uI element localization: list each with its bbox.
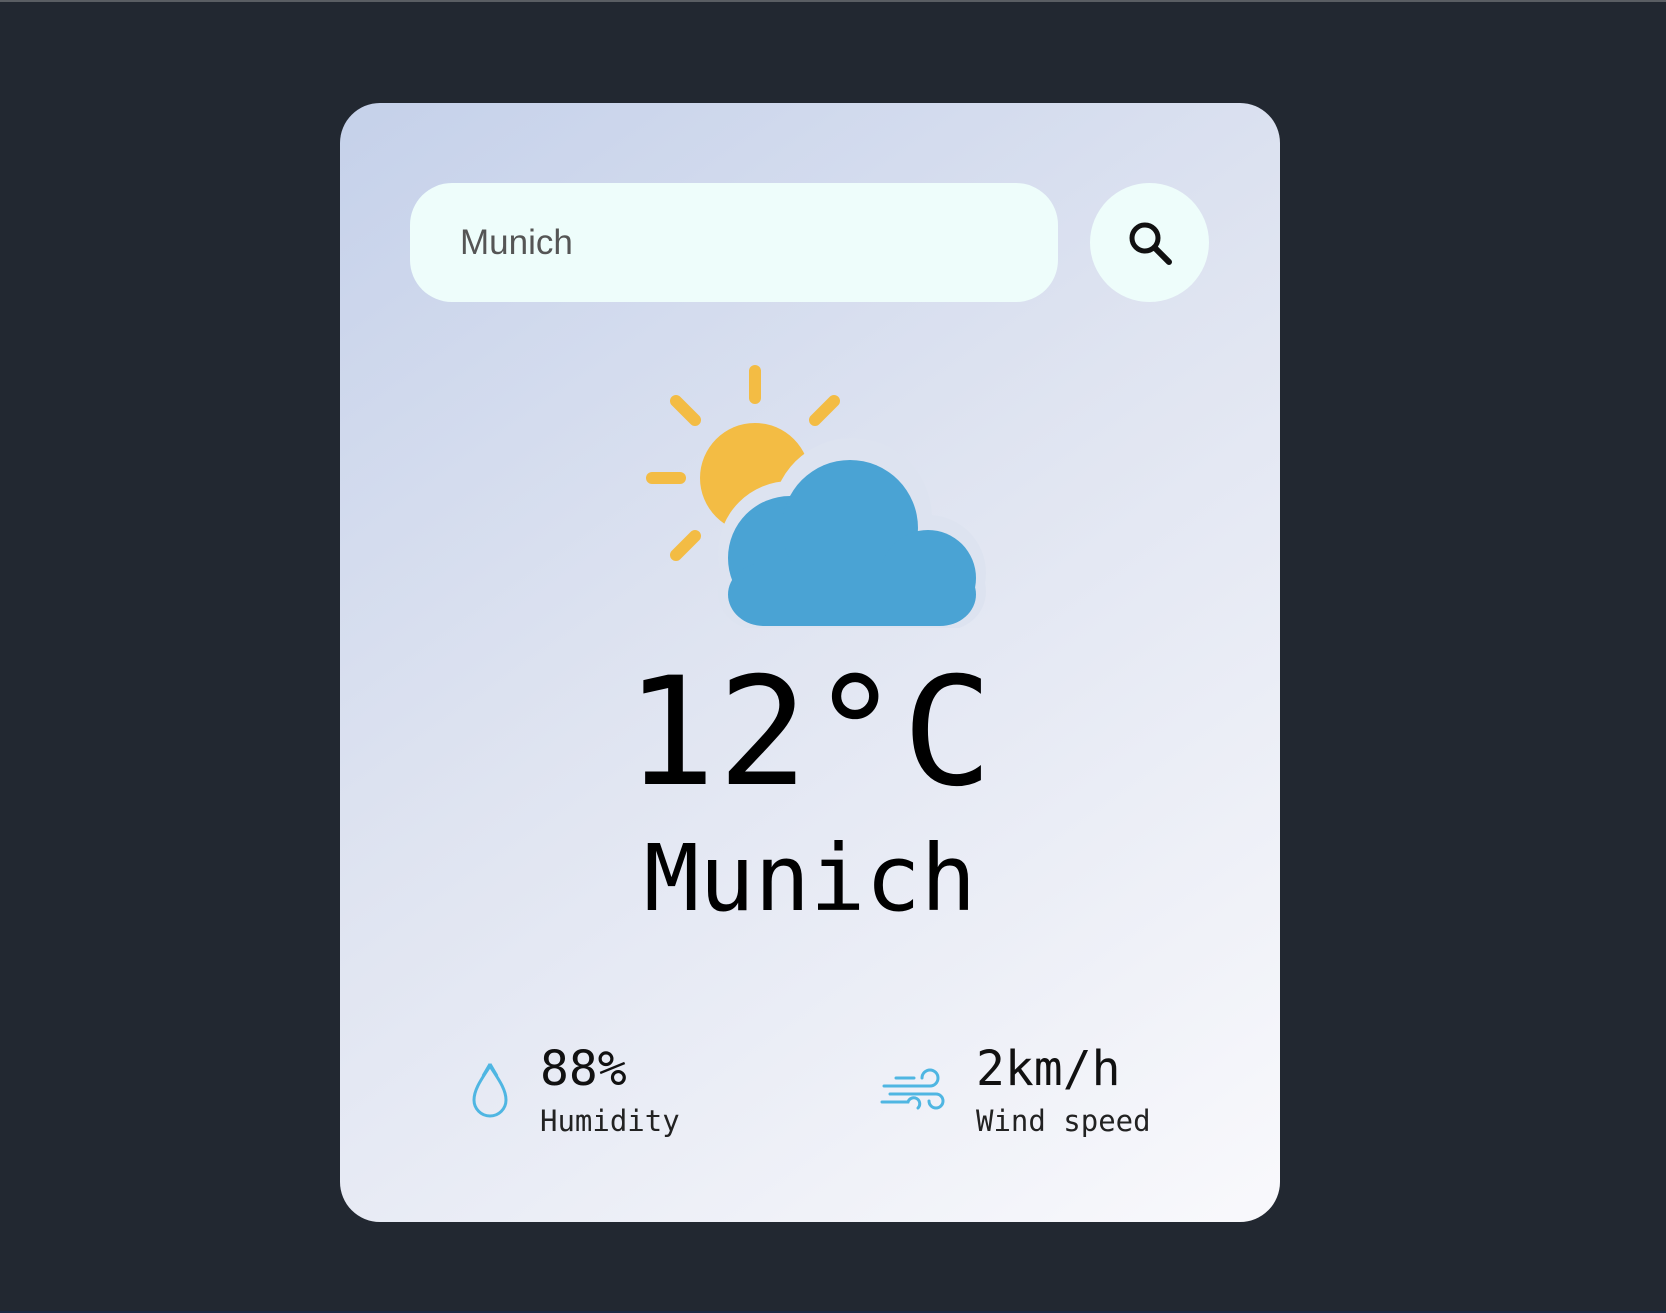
window-top-border [0,0,1666,2]
wind-speed-value: 2km/h [976,1041,1121,1097]
search-box[interactable] [410,183,1058,302]
search-input[interactable] [460,222,1020,263]
humidity-drop-icon [468,1060,512,1120]
humidity-value: 88% [540,1041,627,1097]
search-button[interactable] [1090,183,1209,302]
humidity-label: Humidity [540,1103,680,1138]
wind-icon [880,1064,948,1116]
weather-card: 12°C Munich 88% Humidity [340,103,1280,1222]
partly-cloudy-icon [640,358,990,631]
wind-detail: 2km/h Wind speed [880,1043,1151,1138]
search-icon [1129,222,1172,265]
humidity-detail: 88% Humidity [468,1043,680,1138]
city-name: Munich [643,825,977,932]
wind-speed-label: Wind speed [976,1103,1151,1138]
temperature: 12°C [625,646,995,820]
